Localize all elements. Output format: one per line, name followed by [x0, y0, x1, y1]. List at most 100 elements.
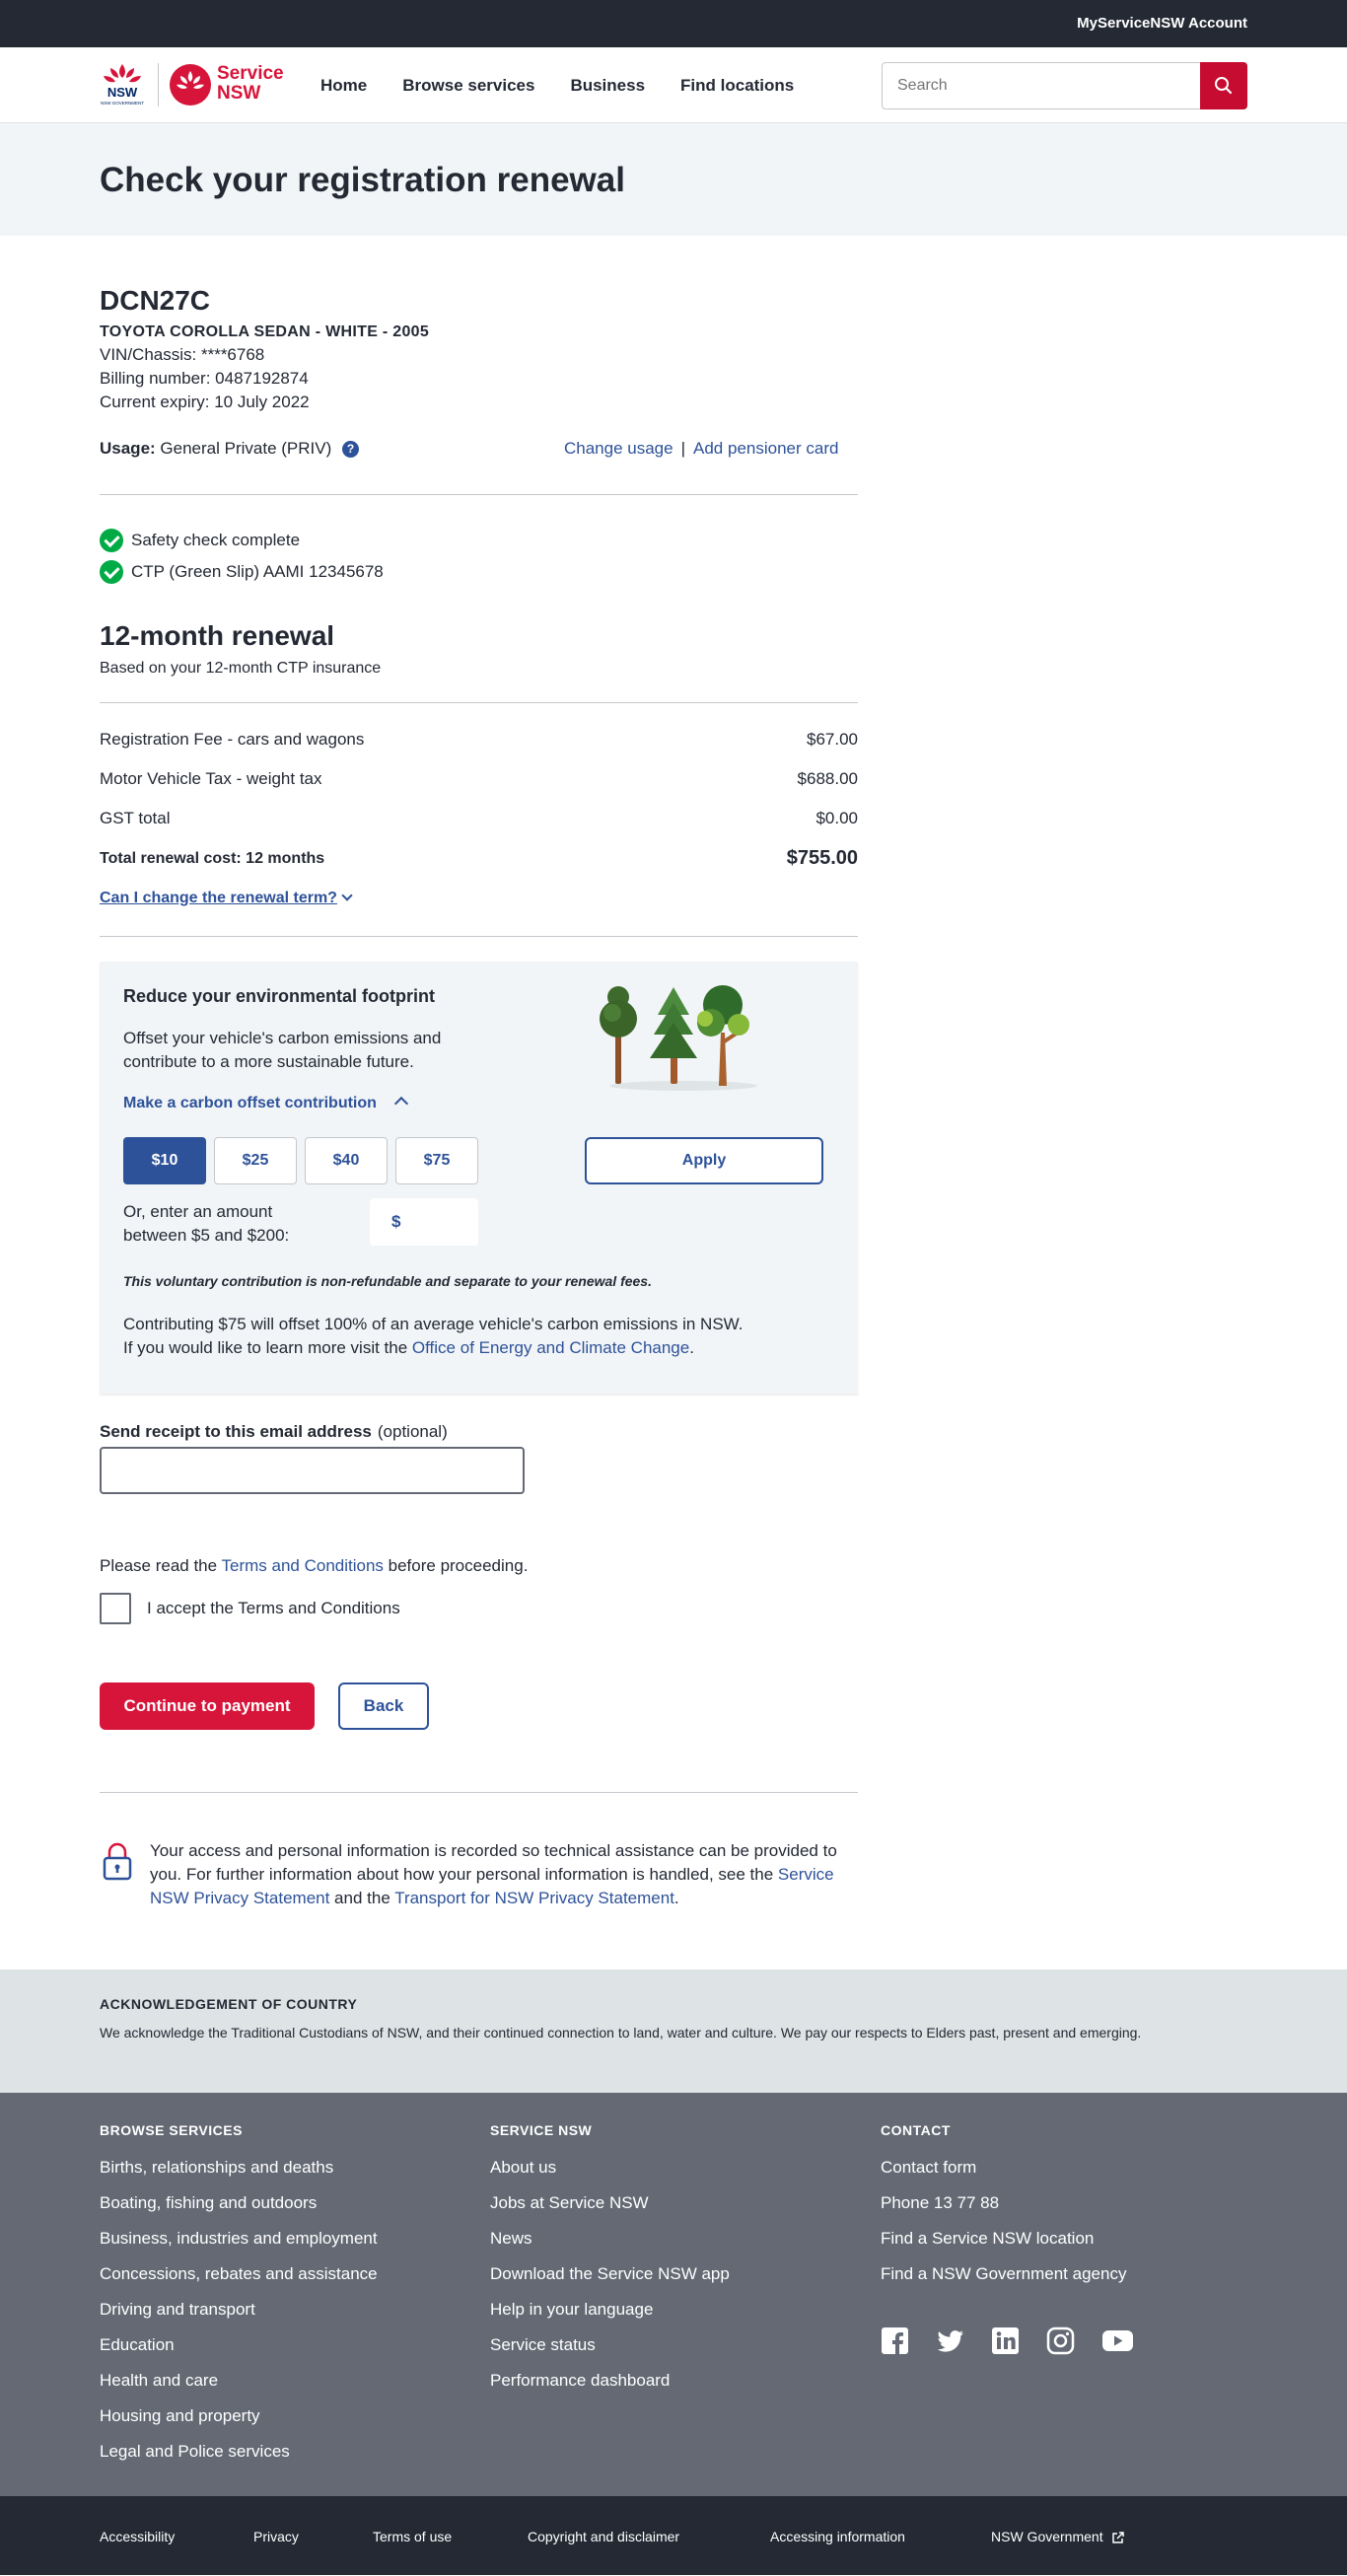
change-renewal-term-label: Can I change the renewal term? [100, 890, 337, 906]
dollar-prefix: $ [391, 1212, 401, 1231]
copyright-link[interactable]: Copyright and disclaimer [528, 2529, 679, 2544]
footer-link[interactable]: Performance dashboard [490, 2370, 730, 2392]
footer-link[interactable]: Find a Service NSW location [881, 2228, 1126, 2250]
accept-terms-label[interactable]: I accept the Terms and Conditions [147, 1599, 400, 1618]
continue-to-payment-button[interactable]: Continue to payment [100, 1682, 315, 1730]
footer-link[interactable]: Legal and Police services [100, 2441, 378, 2463]
apply-button[interactable]: Apply [585, 1137, 823, 1184]
amount-10-button[interactable]: $10 [123, 1137, 206, 1184]
nsw-government-label: NSW Government [991, 2529, 1103, 2544]
myservicensw-account-link[interactable]: MyServiceNSW Account [1077, 15, 1247, 32]
nav-find-locations[interactable]: Find locations [680, 76, 794, 96]
fee-label: Motor Vehicle Tax - weight tax [100, 769, 322, 788]
amount-40-button[interactable]: $40 [305, 1137, 388, 1184]
nsw-government-link[interactable]: NSW Government [991, 2529, 1125, 2544]
footer-link[interactable]: Download the Service NSW app [490, 2263, 730, 2285]
carbon-offset-toggle-label: Make a carbon offset contribution [123, 1095, 377, 1111]
carbon-offset-info-line1: Contributing $75 will offset 100% of an … [123, 1315, 744, 1333]
info-text-end: . [689, 1338, 694, 1357]
custom-amount-input[interactable]: $ [370, 1198, 478, 1246]
help-icon[interactable]: ? [342, 441, 359, 459]
terms-link[interactable]: Terms and Conditions [222, 1556, 384, 1575]
youtube-icon[interactable] [1101, 2326, 1134, 2355]
carbon-offset-title: Reduce your environmental footprint [123, 986, 436, 1006]
terms-post: before proceeding. [383, 1556, 529, 1575]
footer-contact: CONTACT Contact form Phone 13 77 88 Find… [881, 2122, 1126, 2299]
accessibility-link[interactable]: Accessibility [100, 2529, 175, 2544]
usage-value: General Private (PRIV) [160, 439, 332, 458]
privacy-mid: and the [329, 1889, 395, 1907]
logo-divider [158, 63, 159, 107]
footer-heading: SERVICE NSW [490, 2122, 593, 2138]
fee-label: Registration Fee - cars and wagons [100, 730, 365, 749]
back-button[interactable]: Back [338, 1682, 429, 1730]
amount-75-button[interactable]: $75 [395, 1137, 478, 1184]
main-nav: Home Browse services Business Find locat… [320, 76, 829, 96]
footer-link[interactable]: Jobs at Service NSW [490, 2192, 730, 2214]
safety-check-label: Safety check complete [131, 531, 301, 549]
footer-link[interactable]: Housing and property [100, 2405, 378, 2427]
footer-link[interactable]: Health and care [100, 2370, 378, 2392]
fee-amount: $688.00 [797, 769, 858, 788]
page-title: Check your registration renewal [100, 161, 625, 199]
usage-label: Usage: [100, 439, 156, 458]
nsw-government-logo[interactable]: NSW NSW GOVERNMENT [100, 62, 145, 107]
carbon-offset-toggle[interactable]: Make a carbon offset contribution [123, 1095, 408, 1112]
email-field[interactable] [100, 1447, 525, 1494]
linkedin-icon[interactable] [991, 2326, 1020, 2355]
search-input[interactable] [882, 62, 1202, 109]
svg-text:NSW: NSW [107, 85, 138, 100]
change-usage-link[interactable]: Change usage [564, 439, 674, 458]
footer-link[interactable]: Phone 13 77 88 [881, 2192, 1126, 2214]
instagram-icon[interactable] [1046, 2326, 1075, 2355]
privacy-notice: Your access and personal information is … [150, 1839, 860, 1910]
fee-row: GST total $0.00 [100, 809, 858, 828]
acknowledgement-text: We acknowledge the Traditional Custodian… [100, 2025, 1142, 2040]
current-expiry: Current expiry: 10 July 2022 [100, 393, 310, 411]
total-row: Total renewal cost: 12 months $755.00 [100, 847, 858, 870]
footer-link[interactable]: Driving and transport [100, 2299, 378, 2321]
optional-hint: (optional) [377, 1422, 448, 1441]
nav-business[interactable]: Business [570, 76, 645, 96]
social-links [881, 2326, 1134, 2355]
footer-link[interactable]: About us [490, 2157, 730, 2179]
wordmark-line2: NSW [217, 83, 261, 104]
accept-terms-checkbox[interactable] [100, 1593, 131, 1624]
change-renewal-term-toggle[interactable]: Can I change the renewal term? [100, 890, 353, 907]
terms-of-use-link[interactable]: Terms of use [373, 2529, 452, 2544]
footer-link[interactable]: News [490, 2228, 730, 2250]
footer-heading: BROWSE SERVICES [100, 2122, 243, 2138]
search-button[interactable] [1200, 62, 1247, 109]
fee-row: Registration Fee - cars and wagons $67.0… [100, 730, 858, 750]
main-content: DCN27C TOYOTA COROLLA SEDAN - WHITE - 20… [0, 236, 1347, 1969]
footer-link[interactable]: Boating, fishing and outdoors [100, 2192, 378, 2214]
renewal-title: 12-month renewal [100, 620, 335, 651]
service-nsw-wordmark[interactable]: Service NSW [217, 64, 284, 104]
privacy-link[interactable]: Privacy [253, 2529, 299, 2544]
check-icon [100, 529, 123, 552]
footer-heading: CONTACT [881, 2122, 951, 2138]
footer-link[interactable]: Service status [490, 2334, 730, 2356]
search-form [882, 62, 1247, 109]
amount-25-button[interactable]: $25 [214, 1137, 297, 1184]
accessing-information-link[interactable]: Accessing information [770, 2529, 905, 2544]
site-footer: BROWSE SERVICES Births, relationships an… [0, 2093, 1347, 2496]
footer-link[interactable]: Births, relationships and deaths [100, 2157, 378, 2179]
facebook-icon[interactable] [881, 2326, 909, 2355]
footer-link[interactable]: Help in your language [490, 2299, 730, 2321]
footer-link[interactable]: Contact form [881, 2157, 1126, 2179]
transport-nsw-privacy-link[interactable]: Transport for NSW Privacy Statement [394, 1889, 674, 1907]
fee-row: Motor Vehicle Tax - weight tax $688.00 [100, 769, 858, 789]
nav-browse-services[interactable]: Browse services [402, 76, 534, 96]
twitter-icon[interactable] [936, 2326, 964, 2355]
energy-office-link[interactable]: Office of Energy and Climate Change [412, 1338, 689, 1357]
carbon-offset-info-line2: If you would like to learn more visit th… [123, 1336, 814, 1360]
fee-label: GST total [100, 809, 171, 827]
footer-link[interactable]: Find a NSW Government agency [881, 2263, 1126, 2285]
service-nsw-logo-icon[interactable] [169, 63, 212, 107]
nav-home[interactable]: Home [320, 76, 367, 96]
footer-link[interactable]: Business, industries and employment [100, 2228, 378, 2250]
footer-link[interactable]: Education [100, 2334, 378, 2356]
footer-link[interactable]: Concessions, rebates and assistance [100, 2263, 378, 2285]
add-pensioner-card-link[interactable]: Add pensioner card [693, 439, 838, 458]
